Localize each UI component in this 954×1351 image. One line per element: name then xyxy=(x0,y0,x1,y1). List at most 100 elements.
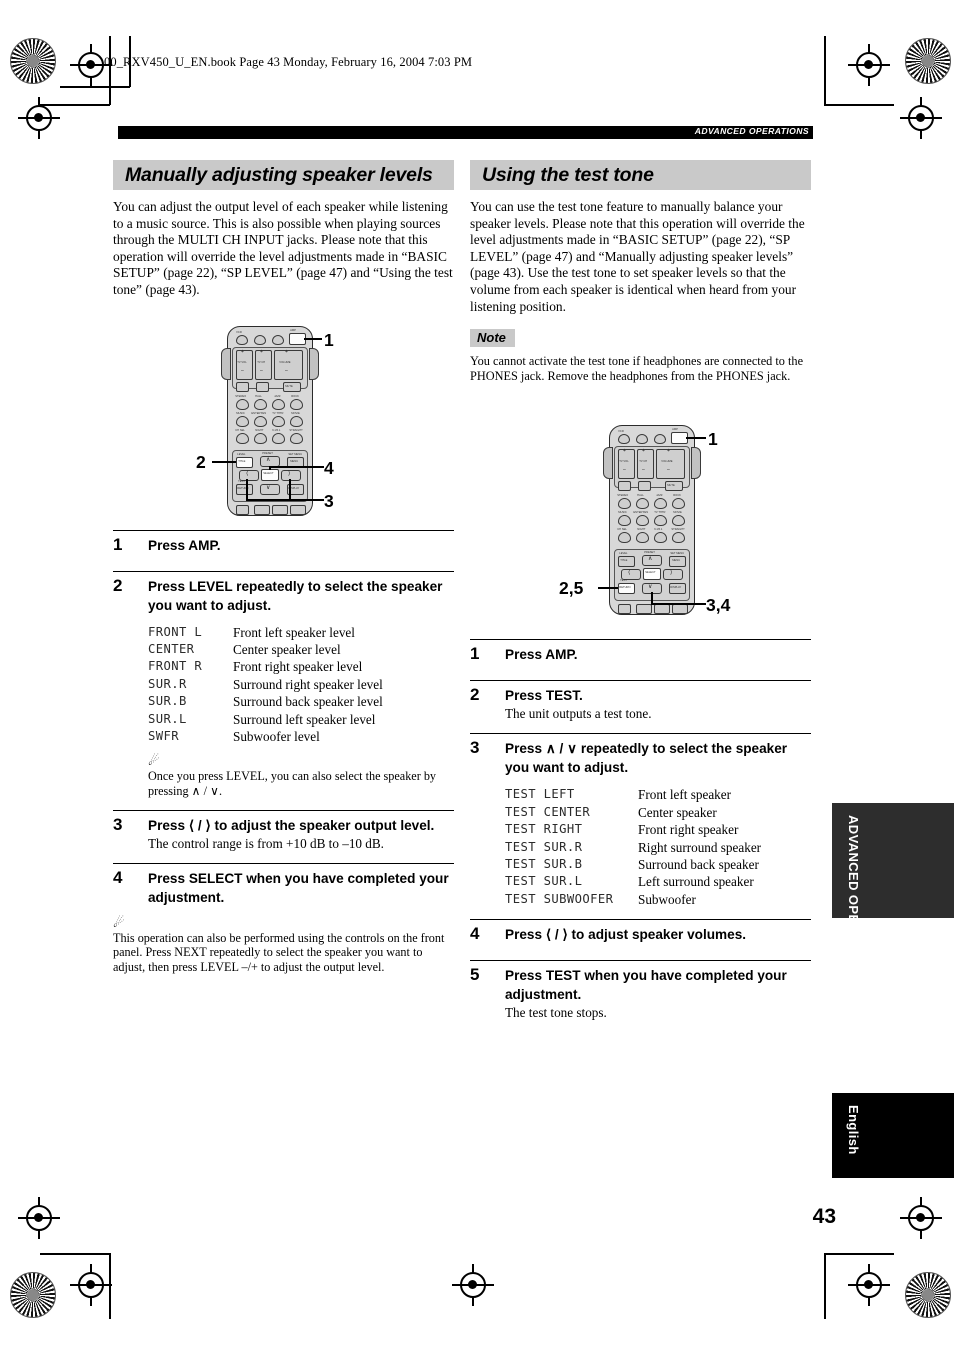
rock-button[interactable] xyxy=(672,498,685,509)
entertain-button[interactable] xyxy=(636,515,649,526)
vcr-button[interactable] xyxy=(236,335,248,345)
night-button[interactable] xyxy=(254,433,267,444)
left-callout-1: 1 xyxy=(324,330,334,350)
hall-label: HALL xyxy=(255,394,262,398)
jazz-button[interactable] xyxy=(654,498,667,509)
left-column: Manually adjusting speaker levels You ca… xyxy=(113,160,454,974)
hall-button[interactable] xyxy=(636,498,649,509)
right-callout-1: 1 xyxy=(708,429,718,449)
tv-volume-plus-icon: + xyxy=(623,448,626,454)
level-desc: Surround right speaker level xyxy=(233,676,383,692)
preset-up-label: PRESET xyxy=(262,451,273,455)
level-desc: Surround back speaker level xyxy=(233,694,383,710)
stereo-button[interactable] xyxy=(236,399,249,410)
table-row: SUR.L Surround left speaker level xyxy=(148,711,454,728)
night-button[interactable] xyxy=(636,532,649,543)
tv-theater-button[interactable] xyxy=(272,416,285,427)
six-one-label: 6.1/5.1 xyxy=(272,428,281,432)
tv-input-button[interactable] xyxy=(256,382,269,392)
cd-button[interactable] xyxy=(272,335,284,345)
tv-channel-rocker[interactable] xyxy=(255,350,272,380)
dvd-button[interactable] xyxy=(636,434,648,444)
night-label: NIGHT xyxy=(255,428,264,432)
left-tip-final-text: This operation can also be performed usi… xyxy=(113,930,445,974)
section-side-tab: ADVANCED OPERATION xyxy=(832,803,954,975)
test-code: TEST RIGHT xyxy=(505,822,583,837)
tv-volume-rocker[interactable] xyxy=(236,350,253,380)
test-code: TEST SUR.L xyxy=(505,874,583,889)
left-intro-paragraph: You can adjust the output level of each … xyxy=(113,199,453,297)
left-step-4: 4 Press SELECT when you have completed y… xyxy=(113,862,454,907)
movie-button[interactable] xyxy=(290,416,303,427)
right-step-4: 4 Press ⟨ / ⟩ to adjust speaker volumes. xyxy=(470,919,811,949)
level-code: SUR.R xyxy=(148,676,187,691)
left-step-2-number: 2 xyxy=(113,575,123,595)
test-desc: Front right speaker xyxy=(638,822,739,838)
cursor-right-button[interactable] xyxy=(663,569,683,580)
search-button[interactable] xyxy=(636,604,652,614)
index-button[interactable] xyxy=(654,604,670,614)
file-header: 00_RXV450_U_EN.book Page 43 Monday, Febr… xyxy=(104,55,473,69)
volume-rocker[interactable] xyxy=(274,350,303,380)
remote-side-grip-left xyxy=(603,447,613,479)
amp-label: AMP xyxy=(290,328,296,332)
channel-select-button[interactable] xyxy=(236,433,249,444)
volume-label: VOLUME xyxy=(279,360,291,364)
straight-button[interactable] xyxy=(672,532,685,543)
tv-channel-minus-icon: – xyxy=(260,368,263,374)
left-step-3-heading: Press ⟨ / ⟩ to adjust the speaker output… xyxy=(148,817,435,833)
display-label: DISPLAY xyxy=(670,585,682,589)
audio-button[interactable] xyxy=(290,505,306,515)
straight-button[interactable] xyxy=(290,433,303,444)
channel-select-label: CH SEL xyxy=(235,428,245,432)
language-side-tab-label: English xyxy=(846,1105,861,1155)
tv-ch-label: TV CH xyxy=(257,360,266,364)
music-button[interactable] xyxy=(618,515,631,526)
entertain-button[interactable] xyxy=(254,416,267,427)
movie-button[interactable] xyxy=(672,515,685,526)
menu-label: MENU xyxy=(672,558,681,562)
left-callout-4-leader-h xyxy=(269,466,324,468)
cursor-right-button[interactable] xyxy=(281,470,301,481)
six-one-button[interactable] xyxy=(272,433,285,444)
movie-label: MOVIE xyxy=(673,510,682,514)
table-row: TEST RIGHT Front right speaker xyxy=(505,821,811,838)
right-step-1-heading: Press AMP. xyxy=(505,647,578,663)
tv-input-button[interactable] xyxy=(638,481,651,491)
test-desc: Surround back speaker xyxy=(638,856,759,872)
table-row: TEST SUBWOOFER Subwoofer xyxy=(505,891,811,908)
test-desc: Subwoofer xyxy=(638,891,696,907)
tv-mute-button[interactable] xyxy=(236,382,249,392)
stereo-button[interactable] xyxy=(618,498,631,509)
channel-select-button[interactable] xyxy=(618,532,631,543)
left-step-1-heading: Press AMP. xyxy=(148,537,221,553)
right-step-4-number: 4 xyxy=(470,924,480,944)
tv-volume-minus-icon: – xyxy=(241,368,244,374)
six-one-button[interactable] xyxy=(654,532,667,543)
tv-channel-rocker[interactable] xyxy=(637,449,654,479)
power-button[interactable] xyxy=(618,604,631,614)
power-button[interactable] xyxy=(236,505,249,515)
tv-theater-button[interactable] xyxy=(654,515,667,526)
dvd-button[interactable] xyxy=(254,335,266,345)
tv-volume-rocker[interactable] xyxy=(618,449,635,479)
crop-mark-bottom-left-v xyxy=(109,1253,111,1319)
volume-plus-icon: + xyxy=(667,448,670,454)
tv-mute-button[interactable] xyxy=(618,481,631,491)
hall-button[interactable] xyxy=(254,399,267,410)
cd-button[interactable] xyxy=(654,434,666,444)
index-button[interactable] xyxy=(272,505,288,515)
test-desc: Left surround speaker xyxy=(638,874,754,890)
vcr-button[interactable] xyxy=(618,434,630,444)
audio-button[interactable] xyxy=(672,604,688,614)
jazz-button[interactable] xyxy=(272,399,285,410)
right-step-4-heading: Press ⟨ / ⟩ to adjust speaker volumes. xyxy=(505,927,747,943)
rock-button[interactable] xyxy=(290,399,303,410)
volume-rocker[interactable] xyxy=(656,449,685,479)
page-number: 43 xyxy=(812,1205,836,1228)
left-section-title: Manually adjusting speaker levels xyxy=(125,164,433,186)
search-button[interactable] xyxy=(254,505,270,515)
left-callout-4: 4 xyxy=(324,458,334,478)
test-label: TEST xyxy=(620,578,627,582)
music-button[interactable] xyxy=(236,416,249,427)
